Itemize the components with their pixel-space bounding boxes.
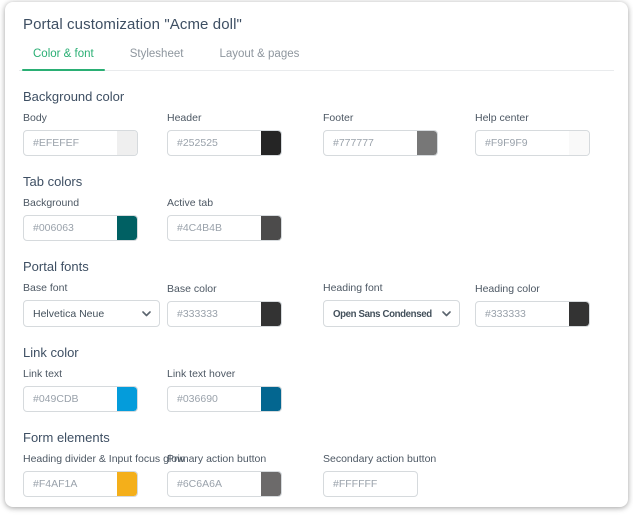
- color-value-input[interactable]: [24, 472, 117, 496]
- field-label: Base font: [23, 282, 167, 294]
- chevron-down-icon: [442, 311, 451, 317]
- color-value-input[interactable]: [168, 472, 261, 496]
- color-value-input[interactable]: [168, 216, 261, 240]
- field-header: Header: [167, 112, 323, 156]
- field-label: Secondary action button: [323, 453, 475, 465]
- field-row: Background Active tab: [23, 197, 614, 241]
- section-title: Form elements: [23, 430, 614, 445]
- chevron-down-icon: [142, 311, 151, 317]
- field-base-color: Base color: [167, 283, 323, 327]
- field-label: Heading divider & Input focus glow: [23, 453, 167, 465]
- field-link-text-hover: Link text hover: [167, 368, 323, 412]
- color-field: [475, 130, 590, 156]
- section-title: Tab colors: [23, 174, 614, 189]
- settings-section: Tab colors Background Active tab: [19, 174, 614, 241]
- field-label: Heading font: [323, 282, 475, 294]
- font-select[interactable]: Helvetica Neue: [23, 300, 160, 327]
- color-swatch[interactable]: [117, 472, 137, 496]
- color-value-input[interactable]: [476, 131, 569, 155]
- color-field: [23, 471, 138, 497]
- settings-section: Portal fonts Base font Helvetica Neue Ba…: [19, 259, 614, 327]
- color-field: [167, 130, 282, 156]
- field-label: Link text hover: [167, 368, 323, 380]
- color-swatch[interactable]: [261, 302, 281, 326]
- color-swatch[interactable]: [261, 216, 281, 240]
- color-field: [167, 215, 282, 241]
- field-heading-divider-input-focus-glow: Heading divider & Input focus glow: [23, 453, 167, 497]
- color-field: [167, 301, 282, 327]
- page-title: Portal customization "Acme doll": [19, 16, 614, 33]
- field-base-font: Base font Helvetica Neue: [23, 282, 167, 327]
- color-field: [167, 386, 282, 412]
- color-swatch[interactable]: [261, 131, 281, 155]
- field-background: Background: [23, 197, 167, 241]
- color-value-input[interactable]: [324, 131, 417, 155]
- color-swatch[interactable]: [117, 387, 137, 411]
- field-label: Body: [23, 112, 167, 124]
- tab-label: Stylesheet: [130, 48, 184, 60]
- tab-label: Layout & pages: [219, 48, 299, 60]
- field-label: Header: [167, 112, 323, 124]
- color-field: [23, 215, 138, 241]
- settings-section: Form elements Heading divider & Input fo…: [19, 430, 614, 497]
- font-select-value: Helvetica Neue: [33, 308, 104, 320]
- color-swatch[interactable]: [261, 387, 281, 411]
- color-field: [167, 471, 282, 497]
- color-field: [23, 386, 138, 412]
- color-value-input[interactable]: [168, 131, 261, 155]
- font-select-value: Open Sans Condensed: [333, 308, 432, 320]
- color-value-input[interactable]: [476, 302, 569, 326]
- portal-customization-panel: Portal customization "Acme doll" Color &…: [5, 2, 628, 507]
- color-value-input[interactable]: [168, 302, 261, 326]
- tab-label: Color & font: [33, 48, 94, 60]
- color-value-input[interactable]: [24, 387, 117, 411]
- field-label: Heading color: [475, 283, 625, 295]
- field-heading-color: Heading color: [475, 283, 625, 327]
- field-heading-font: Heading font Open Sans Condensed: [323, 282, 475, 327]
- color-swatch[interactable]: [117, 131, 137, 155]
- color-field: [23, 130, 138, 156]
- section-title: Background color: [23, 89, 614, 104]
- settings-section: Link color Link text Link text hover: [19, 345, 614, 412]
- color-value-input[interactable]: [168, 387, 261, 411]
- color-field: [323, 130, 438, 156]
- field-row: Heading divider & Input focus glow Prima…: [23, 453, 614, 497]
- field-row: Body Header Footer Help center: [23, 112, 614, 156]
- section-title: Portal fonts: [23, 259, 614, 274]
- color-value-input[interactable]: [24, 216, 117, 240]
- field-primary-action-button: Primary action button: [167, 453, 323, 497]
- field-body: Body: [23, 112, 167, 156]
- field-row: Link text Link text hover: [23, 368, 614, 412]
- field-label: Base color: [167, 283, 323, 295]
- field-label: Footer: [323, 112, 475, 124]
- field-label: Background: [23, 197, 167, 209]
- color-value-input[interactable]: [324, 472, 417, 496]
- field-label: Link text: [23, 368, 167, 380]
- color-field: [475, 301, 590, 327]
- color-swatch[interactable]: [569, 131, 589, 155]
- field-label: Primary action button: [167, 453, 323, 465]
- font-select[interactable]: Open Sans Condensed: [323, 300, 460, 327]
- settings-section: Background color Body Header Footer Help…: [19, 89, 614, 156]
- field-row: Base font Helvetica Neue Base color Head…: [23, 282, 614, 327]
- field-active-tab: Active tab: [167, 197, 323, 241]
- color-swatch[interactable]: [261, 472, 281, 496]
- color-swatch[interactable]: [417, 131, 437, 155]
- color-field: [323, 471, 418, 497]
- field-secondary-action-button: Secondary action button: [323, 453, 475, 497]
- tab-layout-pages[interactable]: Layout & pages: [208, 46, 310, 70]
- section-title: Link color: [23, 345, 614, 360]
- field-label: Help center: [475, 112, 625, 124]
- settings-sections: Background color Body Header Footer Help…: [19, 89, 614, 497]
- color-swatch[interactable]: [117, 216, 137, 240]
- field-help-center: Help center: [475, 112, 625, 156]
- tab-bar: Color & font Stylesheet Layout & pages: [19, 46, 614, 71]
- field-label: Active tab: [167, 197, 323, 209]
- tab-stylesheet[interactable]: Stylesheet: [119, 46, 195, 70]
- color-swatch[interactable]: [569, 302, 589, 326]
- tab-color-font[interactable]: Color & font: [22, 46, 105, 70]
- color-value-input[interactable]: [24, 131, 117, 155]
- field-footer: Footer: [323, 112, 475, 156]
- field-link-text: Link text: [23, 368, 167, 412]
